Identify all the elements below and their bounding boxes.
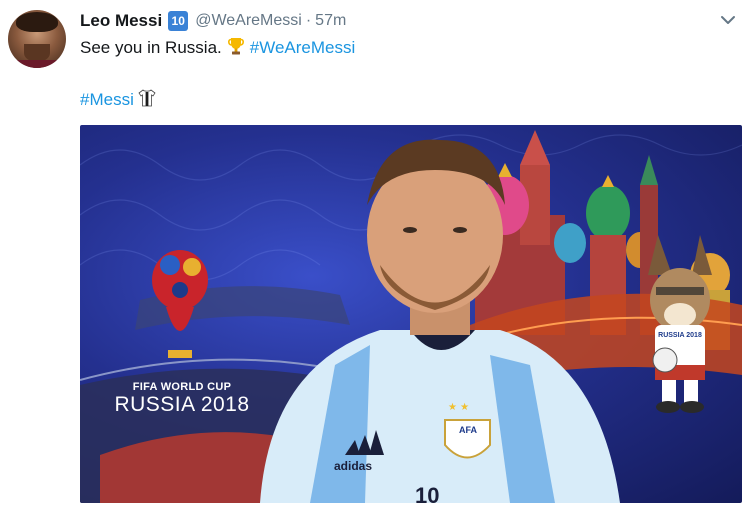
hashtag-wearemessi[interactable]: #WeAreMessi (250, 38, 356, 57)
tweet-media-image[interactable]: ★ ★ FIFA WORLD CUP RUSSIA 2018 adidas AF… (80, 125, 742, 503)
hashtag-messi[interactable]: #Messi (80, 90, 134, 109)
world-cup-logo-text-top: FIFA WORLD CUP (132, 381, 232, 393)
timestamp[interactable]: 57m (315, 12, 346, 30)
tweet-text-line-2: #Messi (80, 88, 156, 111)
argentina-shirt-emoji-icon (138, 89, 156, 107)
jersey-number: 10 (415, 483, 440, 503)
tweet-header: Leo Messi 10 @WeAreMessi · 57m (80, 10, 346, 32)
jersey-crest: AFA (459, 425, 477, 435)
world-cup-logo-text-bottom: RUSSIA 2018 (114, 393, 250, 416)
author-handle[interactable]: @WeAreMessi (195, 12, 302, 30)
tweet-text: See you in Russia. #WeAreMessi (80, 36, 355, 59)
tweet-main-text: See you in Russia. (80, 38, 222, 57)
separator: · (305, 12, 312, 29)
chevron-down-icon[interactable] (718, 10, 738, 30)
mascot-shirt-text: RUSSIA 2018 (658, 332, 702, 339)
author-name[interactable]: Leo Messi (80, 11, 162, 31)
jersey-brand: adidas (334, 459, 373, 473)
trophy-emoji-icon (227, 38, 244, 55)
number-ten-badge-icon: 10 (168, 11, 189, 31)
svg-text:★ ★: ★ ★ (448, 402, 469, 413)
avatar[interactable] (8, 10, 66, 68)
